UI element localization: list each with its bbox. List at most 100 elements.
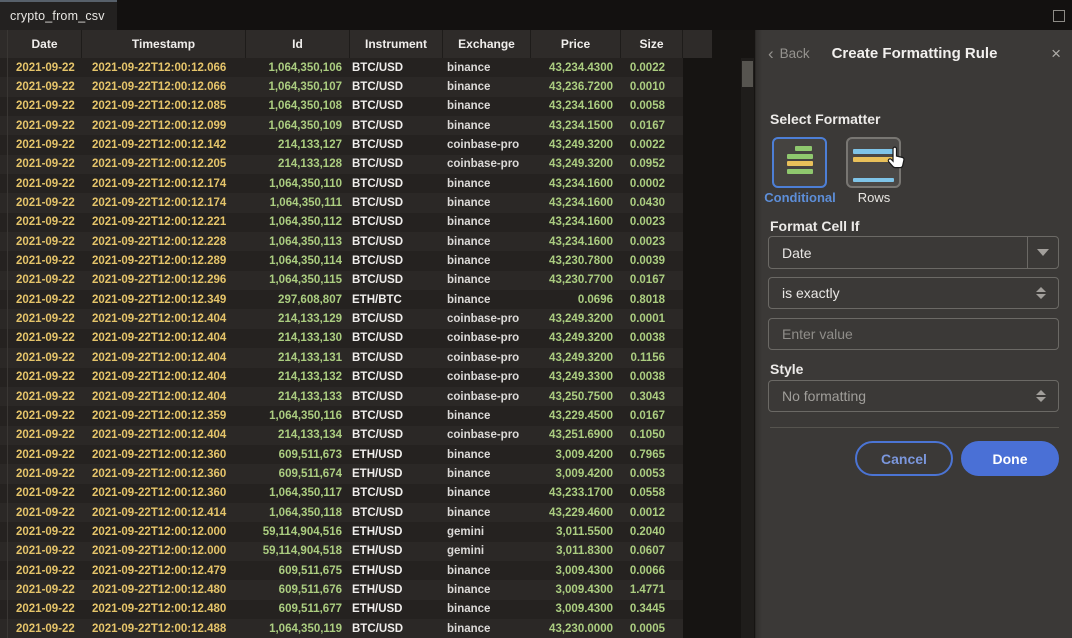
- cell: binance: [443, 251, 531, 270]
- done-button[interactable]: Done: [961, 441, 1059, 476]
- row-gutter: [0, 77, 8, 96]
- row-gutter: [0, 387, 8, 406]
- table-row[interactable]: 2021-09-222021-09-22T12:00:12.404214,133…: [0, 426, 683, 445]
- cell: 1.4771: [621, 580, 683, 599]
- table-row[interactable]: 2021-09-222021-09-22T12:00:12.360609,511…: [0, 464, 683, 483]
- column-header-instrument[interactable]: Instrument: [350, 30, 443, 58]
- format-cell-if-label: Format Cell If: [770, 218, 859, 234]
- value-input[interactable]: [769, 319, 1058, 349]
- cell: 0.0023: [621, 213, 683, 232]
- dropdown-arrow-segment: [1027, 237, 1058, 268]
- table-row[interactable]: 2021-09-222021-09-22T12:00:12.2211,064,3…: [0, 213, 683, 232]
- cell: BTC/USD: [350, 329, 443, 348]
- table-row[interactable]: 2021-09-222021-09-22T12:00:12.0991,064,3…: [0, 116, 683, 135]
- row-gutter: [0, 251, 8, 270]
- table-row[interactable]: 2021-09-222021-09-22T12:00:12.404214,133…: [0, 368, 683, 387]
- cell: BTC/USD: [350, 77, 443, 96]
- table-row[interactable]: 2021-09-222021-09-22T12:00:12.404214,133…: [0, 329, 683, 348]
- table-row[interactable]: 2021-09-222021-09-22T12:00:12.205214,133…: [0, 155, 683, 174]
- table-row[interactable]: 2021-09-222021-09-22T12:00:12.1741,064,3…: [0, 193, 683, 212]
- column-header-exchange[interactable]: Exchange: [443, 30, 531, 58]
- table-row[interactable]: 2021-09-222021-09-22T12:00:12.4881,064,3…: [0, 619, 683, 638]
- cell: 2021-09-22: [8, 522, 82, 541]
- table-row[interactable]: 2021-09-222021-09-22T12:00:12.480609,511…: [0, 600, 683, 619]
- maximize-icon[interactable]: [1053, 10, 1065, 22]
- cell: 2021-09-22: [8, 97, 82, 116]
- cell: 0.0023: [621, 232, 683, 251]
- cell: BTC/USD: [350, 193, 443, 212]
- back-button[interactable]: ‹ Back: [768, 45, 810, 62]
- table-row[interactable]: 2021-09-222021-09-22T12:00:12.00059,114,…: [0, 522, 683, 541]
- cell: binance: [443, 174, 531, 193]
- tab-crypto-from-csv[interactable]: crypto_from_csv: [0, 0, 117, 30]
- table-row[interactable]: 2021-09-222021-09-22T12:00:12.142214,133…: [0, 135, 683, 154]
- table-row[interactable]: 2021-09-222021-09-22T12:00:12.404214,133…: [0, 309, 683, 328]
- table-row[interactable]: 2021-09-222021-09-22T12:00:12.00059,114,…: [0, 542, 683, 561]
- formatter-label-conditional: Conditional: [758, 190, 842, 205]
- cell: 2021-09-22T12:00:12.404: [82, 426, 246, 445]
- cell: coinbase-pro: [443, 135, 531, 154]
- table-row[interactable]: 2021-09-222021-09-22T12:00:12.1741,064,3…: [0, 174, 683, 193]
- formatter-option-conditional[interactable]: [772, 137, 827, 188]
- cell: 43,249.3200: [531, 348, 621, 367]
- cell: 43,249.3200: [531, 155, 621, 174]
- cell: 0.2040: [621, 522, 683, 541]
- cell: binance: [443, 619, 531, 638]
- cell: 2021-09-22T12:00:12.480: [82, 580, 246, 599]
- table-header-row: DateTimestampIdInstrumentExchangePriceSi…: [0, 30, 712, 58]
- table-row[interactable]: 2021-09-222021-09-22T12:00:12.480609,511…: [0, 580, 683, 599]
- cell: 43,234.1600: [531, 213, 621, 232]
- row-gutter: [0, 542, 8, 561]
- cell: binance: [443, 561, 531, 580]
- style-select[interactable]: No formatting: [768, 380, 1059, 412]
- column-header-date[interactable]: Date: [8, 30, 82, 58]
- table-row[interactable]: 2021-09-222021-09-22T12:00:12.0661,064,3…: [0, 58, 683, 77]
- close-icon[interactable]: ×: [1051, 45, 1061, 62]
- table-row[interactable]: 2021-09-222021-09-22T12:00:12.3601,064,3…: [0, 484, 683, 503]
- table-row[interactable]: 2021-09-222021-09-22T12:00:12.349297,608…: [0, 290, 683, 309]
- column-select[interactable]: Date: [768, 236, 1059, 269]
- cell: 2021-09-22: [8, 155, 82, 174]
- table-row[interactable]: 2021-09-222021-09-22T12:00:12.0661,064,3…: [0, 77, 683, 96]
- table-row[interactable]: 2021-09-222021-09-22T12:00:12.404214,133…: [0, 348, 683, 367]
- table-row[interactable]: 2021-09-222021-09-22T12:00:12.2961,064,3…: [0, 271, 683, 290]
- table-row[interactable]: 2021-09-222021-09-22T12:00:12.4141,064,3…: [0, 503, 683, 522]
- cancel-button[interactable]: Cancel: [855, 441, 953, 476]
- column-header-price[interactable]: Price: [531, 30, 621, 58]
- vertical-scrollbar[interactable]: [741, 58, 754, 638]
- cell: 3,009.4200: [531, 445, 621, 464]
- cell: 2021-09-22T12:00:12.205: [82, 155, 246, 174]
- up-down-arrows-icon: [1036, 390, 1046, 402]
- panel-edge-shadow: [756, 30, 762, 638]
- table-row[interactable]: 2021-09-222021-09-22T12:00:12.2891,064,3…: [0, 251, 683, 270]
- data-grid: DateTimestampIdInstrumentExchangePriceSi…: [0, 30, 755, 638]
- cell: coinbase-pro: [443, 155, 531, 174]
- table-row[interactable]: 2021-09-222021-09-22T12:00:12.0851,064,3…: [0, 97, 683, 116]
- operator-select-value: is exactly: [769, 285, 840, 301]
- cell: 2021-09-22T12:00:12.174: [82, 193, 246, 212]
- table-row[interactable]: 2021-09-222021-09-22T12:00:12.360609,511…: [0, 445, 683, 464]
- cell: binance: [443, 232, 531, 251]
- row-gutter: [0, 600, 8, 619]
- cell: 2021-09-22: [8, 309, 82, 328]
- cell: BTC/USD: [350, 251, 443, 270]
- cell: 214,133,133: [246, 387, 350, 406]
- cell: 2021-09-22T12:00:12.404: [82, 368, 246, 387]
- cell: 43,234.1600: [531, 174, 621, 193]
- cell: BTC/USD: [350, 406, 443, 425]
- operator-select[interactable]: is exactly: [768, 277, 1059, 309]
- column-header-id[interactable]: Id: [246, 30, 350, 58]
- table-row[interactable]: 2021-09-222021-09-22T12:00:12.3591,064,3…: [0, 406, 683, 425]
- cell: binance: [443, 503, 531, 522]
- table-row[interactable]: 2021-09-222021-09-22T12:00:12.2281,064,3…: [0, 232, 683, 251]
- cell: 214,133,134: [246, 426, 350, 445]
- cell: binance: [443, 290, 531, 309]
- column-header-size[interactable]: Size: [621, 30, 683, 58]
- table-row[interactable]: 2021-09-222021-09-22T12:00:12.404214,133…: [0, 387, 683, 406]
- cell: ETH/USD: [350, 445, 443, 464]
- cell: 2021-09-22: [8, 387, 82, 406]
- table-row[interactable]: 2021-09-222021-09-22T12:00:12.479609,511…: [0, 561, 683, 580]
- cell: ETH/USD: [350, 600, 443, 619]
- column-header-timestamp[interactable]: Timestamp: [82, 30, 246, 58]
- scrollbar-thumb[interactable]: [742, 61, 753, 87]
